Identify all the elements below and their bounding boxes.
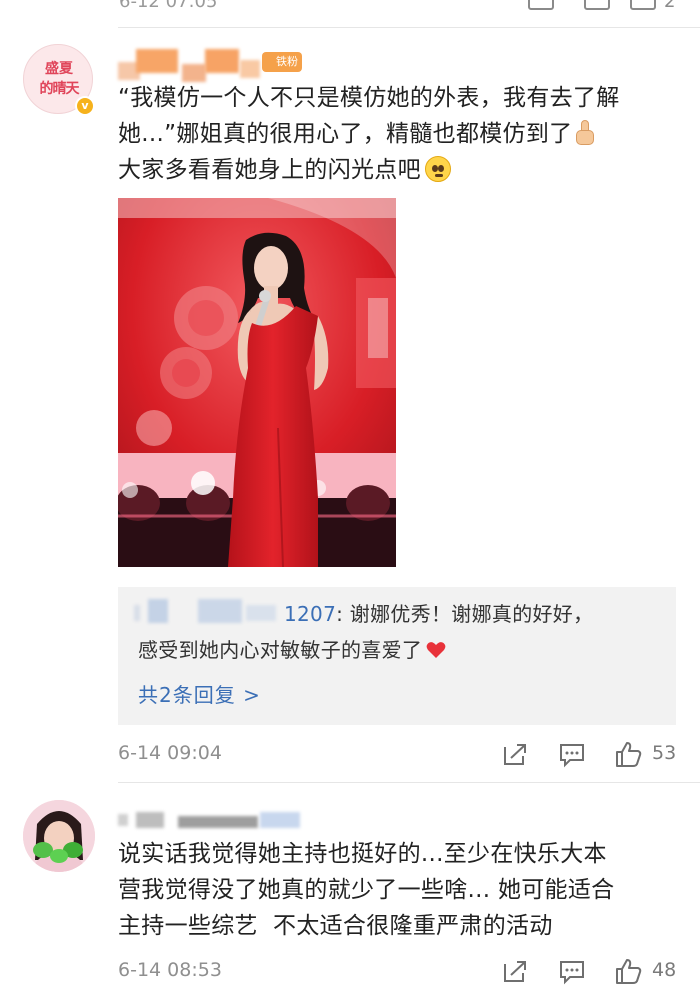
comment-icon[interactable] bbox=[584, 0, 610, 10]
comment-line: 营我觉得没了她真的就少了一些啥... 她可能适合 bbox=[118, 877, 615, 903]
reply-text: : 谢娜优秀！谢娜真的好好， bbox=[336, 602, 594, 626]
comment-line: 大家多看看她身上的闪光点吧 bbox=[118, 152, 678, 188]
comment-time: 6-14 09:04 bbox=[118, 742, 222, 764]
share-icon[interactable] bbox=[501, 740, 529, 768]
previous-like-count: 2 bbox=[664, 0, 676, 12]
reply-preview[interactable]: 1207: 谢娜优秀！谢娜真的好好， 感受到她内心对敏敏子的喜爱了 共2条回复 … bbox=[118, 587, 676, 725]
singer-photo bbox=[118, 198, 396, 567]
view-all-replies-link[interactable]: 共2条回复 > bbox=[138, 679, 261, 708]
avatar-text: 盛夏 bbox=[45, 61, 73, 77]
comment-time: 6-14 08:53 bbox=[118, 959, 222, 981]
comment-line: “我模仿一个人不只是模仿她的外表，我有去了解 bbox=[118, 85, 620, 111]
comment-line: 主持一些综艺 不太适合很隆重严肃的活动 bbox=[118, 913, 553, 939]
like-icon[interactable] bbox=[614, 957, 642, 985]
reply-text: 感受到她内心对敏敏子的喜爱了 bbox=[138, 638, 423, 662]
previous-comment-footer: 6-12 07:05 2 bbox=[0, 0, 700, 14]
comment-icon[interactable] bbox=[558, 740, 586, 768]
reply-second-line: 感受到她内心对敏敏子的喜爱了 bbox=[138, 635, 446, 665]
fan-badge: 铁粉 bbox=[262, 52, 302, 72]
reply-username[interactable]: 1207 bbox=[284, 602, 336, 626]
comment-image[interactable] bbox=[118, 198, 396, 567]
avatar[interactable] bbox=[23, 800, 95, 872]
share-icon[interactable] bbox=[501, 957, 529, 985]
comment-line-text: 大家多看看她身上的闪光点吧 bbox=[118, 157, 421, 183]
avatar[interactable]: 盛夏 的晴天 v bbox=[23, 44, 95, 116]
thumbs-up-icon bbox=[574, 120, 596, 146]
comment-text: 说实话我觉得她主持也挺好的...至少在快乐大本 营我觉得没了她真的就少了一些啥.… bbox=[118, 836, 678, 944]
avatar-image bbox=[23, 800, 95, 872]
comment-text: “我模仿一个人不只是模仿她的外表，我有去了解 她...”娜姐真的很用心了，精髓也… bbox=[118, 80, 678, 188]
reply-first-line: 1207: 谢娜优秀！谢娜真的好好， bbox=[284, 599, 593, 629]
avatar-text: 的晴天 bbox=[39, 81, 80, 97]
comment-line: 她...”娜姐真的很用心了，精髓也都模仿到了 bbox=[118, 116, 678, 152]
previous-comment-time: 6-12 07:05 bbox=[119, 0, 218, 12]
comment-icon[interactable] bbox=[558, 957, 586, 985]
share-icon[interactable] bbox=[528, 0, 554, 10]
pleading-face-icon bbox=[424, 156, 451, 182]
like-count: 48 bbox=[652, 959, 677, 981]
comment-line-text: 她...”娜姐真的很用心了，精髓也都模仿到了 bbox=[118, 121, 573, 147]
like-icon[interactable] bbox=[630, 0, 656, 10]
verified-badge-icon: v bbox=[75, 96, 95, 116]
heart-icon bbox=[426, 642, 446, 658]
comment-line: 说实话我觉得她主持也挺好的...至少在快乐大本 bbox=[118, 841, 607, 867]
like-count: 53 bbox=[652, 742, 677, 764]
divider bbox=[118, 782, 700, 783]
comment-footer: 6-14 09:04 53 bbox=[118, 740, 700, 770]
comment-footer: 6-14 08:53 48 bbox=[118, 957, 700, 987]
divider bbox=[118, 27, 700, 28]
like-icon[interactable] bbox=[614, 740, 642, 768]
